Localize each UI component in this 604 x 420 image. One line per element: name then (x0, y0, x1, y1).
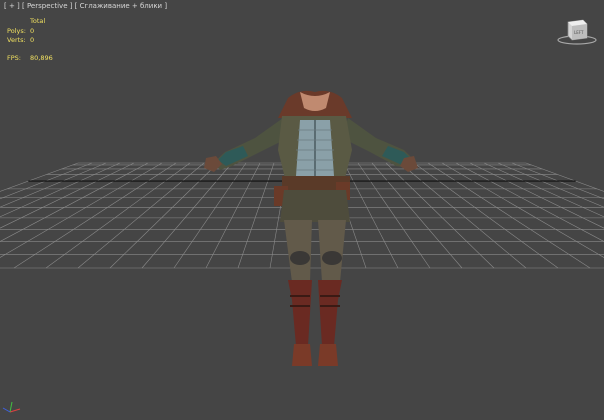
polys-label: Polys: (7, 26, 26, 35)
grid-line (497, 162, 604, 208)
grid-line (205, 162, 261, 269)
fps-row: FPS: 80,896 (7, 54, 53, 64)
viewport-scene[interactable]: LEFT (0, 0, 604, 420)
viewcube-icon[interactable]: LEFT (557, 19, 597, 45)
grid-line (371, 162, 463, 269)
stats-header-row: Total (7, 17, 53, 27)
statistics-overlay: Total Polys: 0 Verts: 0 FPS: 80,896 (7, 17, 53, 63)
stats-header: Total (30, 17, 46, 25)
grid-line (427, 162, 591, 269)
grid-line (0, 162, 107, 208)
grid-line (0, 162, 79, 192)
grid-line (0, 162, 163, 258)
svg-text:LEFT: LEFT (574, 30, 584, 35)
grid-line (237, 162, 275, 269)
axis-gizmo-icon (2, 401, 21, 413)
polys-row: Polys: 0 (7, 27, 53, 37)
grid-line (525, 162, 604, 192)
verts-label: Verts: (7, 36, 26, 44)
viewport-label[interactable]: [ + ] [ Perspective ] [ Сглаживание + бл… (4, 2, 167, 10)
grid-line (511, 162, 604, 200)
verts-value: 0 (30, 36, 35, 44)
grid-line (0, 162, 135, 229)
polys-value: 0 (30, 26, 35, 35)
grid-line (13, 162, 177, 269)
grid-line (141, 162, 233, 269)
perspective-viewport[interactable]: LEFT [ + ] [ Perspective ] [ Сглаживание… (0, 0, 604, 420)
fps-value: 80,896 (30, 53, 53, 62)
grid-line (109, 162, 219, 269)
fps-label: FPS: (7, 53, 21, 62)
grid-line (385, 162, 495, 269)
character-model[interactable] (204, 90, 418, 366)
grid-line (343, 162, 399, 269)
verts-row: Verts: 0 (7, 36, 53, 46)
grid-line (0, 162, 93, 200)
grid-line (469, 162, 604, 229)
grid-line (441, 162, 604, 258)
